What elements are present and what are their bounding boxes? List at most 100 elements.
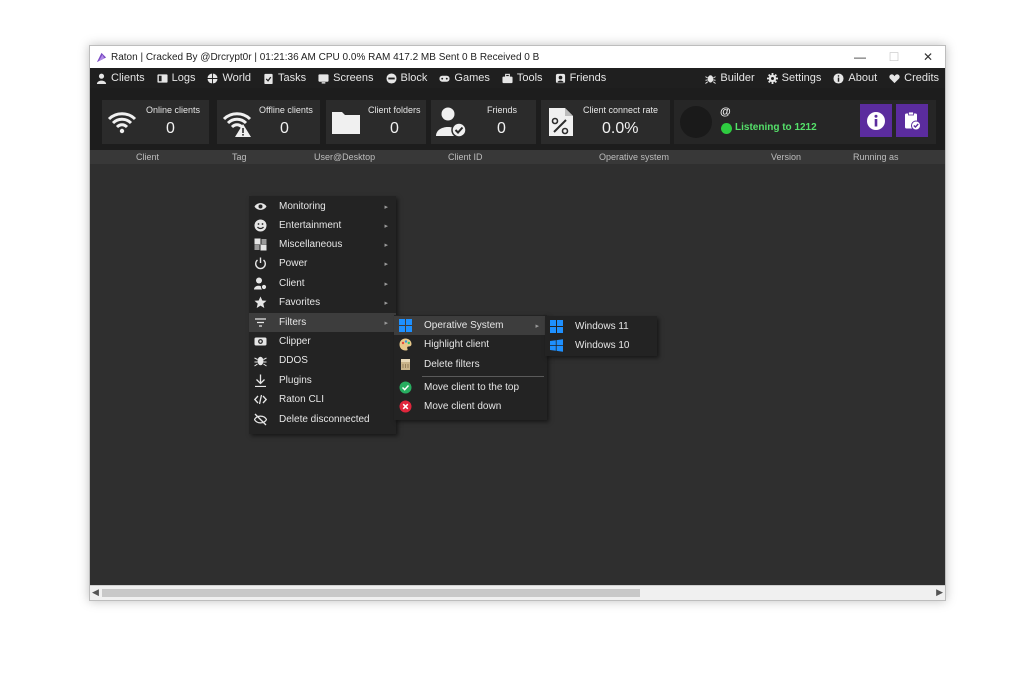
col-tag[interactable]: Tag xyxy=(232,152,247,162)
col-running-as[interactable]: Running as xyxy=(853,152,899,162)
client-folders-label: Client folders xyxy=(368,105,421,115)
online-clients-card: Online clients 0 xyxy=(102,100,209,144)
menu-item-ddos[interactable]: DDOS xyxy=(249,351,396,370)
menu-item-entertainment-label: Entertainment xyxy=(279,220,342,231)
maximize-button[interactable]: ☐ xyxy=(877,46,911,68)
scroll-left-icon[interactable]: ◀ xyxy=(92,587,99,598)
check-circle-icon xyxy=(399,381,412,394)
menu-item-filters[interactable]: Filters ▸ xyxy=(249,313,396,332)
menu-item-client-label: Client xyxy=(279,278,305,289)
bug-icon xyxy=(254,354,267,367)
client-folders-value: 0 xyxy=(390,120,399,137)
menu-item-clipper[interactable]: Clipper xyxy=(249,332,396,351)
menu-logs[interactable]: Logs xyxy=(151,68,202,88)
client-table-header: Client Tag User@Desktop Client ID Operat… xyxy=(90,150,945,164)
menu-tasks-label: Tasks xyxy=(278,72,307,84)
wifi-icon xyxy=(107,112,137,134)
client-context-menu: Monitoring ▸ Entertainment ▸ Miscellaneo… xyxy=(249,196,396,434)
menu-item-favorites[interactable]: Favorites ▸ xyxy=(249,293,396,312)
close-button[interactable]: ✕ xyxy=(911,46,945,68)
menu-item-miscellaneous[interactable]: Miscellaneous ▸ xyxy=(249,235,396,254)
logs-icon xyxy=(157,73,168,83)
col-user-desktop[interactable]: User@Desktop xyxy=(314,152,375,162)
menu-block[interactable]: Block xyxy=(380,68,434,88)
filter-item-move-down[interactable]: Move client down xyxy=(394,397,547,416)
info-button[interactable] xyxy=(860,104,892,137)
filter-item-move-top[interactable]: Move client to the top xyxy=(394,378,547,397)
menu-screens[interactable]: Screens xyxy=(312,68,379,88)
os-item-windows-11-label: Windows 11 xyxy=(575,321,629,332)
menu-clients[interactable]: Clients xyxy=(90,68,151,88)
smile-icon xyxy=(254,219,267,232)
menu-item-raton-cli[interactable]: Raton CLI xyxy=(249,390,396,409)
bug-icon xyxy=(705,74,717,84)
menu-item-miscellaneous-label: Miscellaneous xyxy=(279,239,343,250)
menu-logs-label: Logs xyxy=(171,72,196,84)
menu-item-clipper-label: Clipper xyxy=(279,336,311,347)
menu-screens-label: Screens xyxy=(333,72,374,84)
menu-world-label: World xyxy=(222,72,252,84)
os-item-windows-11[interactable]: Windows 11 xyxy=(545,317,657,336)
menu-credits[interactable]: Credits xyxy=(883,68,945,88)
menu-bar: Clients Logs World Tasks Screens Block G… xyxy=(90,68,945,88)
online-clients-value: 0 xyxy=(166,120,175,137)
scroll-right-icon[interactable]: ▶ xyxy=(936,587,943,598)
filter-item-delete-filters[interactable]: Delete filters xyxy=(394,355,547,374)
eraser-icon xyxy=(399,358,412,371)
menu-item-plugins[interactable]: Plugins xyxy=(249,371,396,390)
filters-submenu: Operative System ▸ Highlight client Dele… xyxy=(394,315,547,420)
title-bar: Raton | Cracked By @Drcrypt0r | 01:21:36… xyxy=(90,46,945,68)
submenu-arrow-icon: ▸ xyxy=(384,203,388,211)
filter-item-highlight-client[interactable]: Highlight client xyxy=(394,335,547,354)
menu-item-monitoring-label: Monitoring xyxy=(279,201,326,212)
window-title: Raton | Cracked By @Drcrypt0r | 01:21:36… xyxy=(111,51,540,63)
menu-builder[interactable]: Builder xyxy=(699,68,760,88)
filter-icon xyxy=(254,316,267,329)
clipboard-check-icon xyxy=(905,111,921,130)
minimize-button[interactable]: — xyxy=(843,46,877,68)
col-version[interactable]: Version xyxy=(771,152,801,162)
menu-friends[interactable]: Friends xyxy=(549,68,613,88)
globe-icon xyxy=(207,72,219,84)
folder-icon xyxy=(332,112,360,134)
menu-settings[interactable]: Settings xyxy=(761,68,828,88)
percent-file-icon xyxy=(549,108,573,136)
clipboard-check-button[interactable] xyxy=(896,104,928,137)
palette-icon xyxy=(399,338,412,351)
menu-games-label: Games xyxy=(454,72,490,84)
menu-games[interactable]: Games xyxy=(433,68,495,88)
menu-tasks[interactable]: Tasks xyxy=(257,68,312,88)
menu-item-monitoring[interactable]: Monitoring ▸ xyxy=(249,197,396,216)
horizontal-scrollbar[interactable]: ◀ ▶ xyxy=(90,585,945,600)
menu-tools[interactable]: Tools xyxy=(496,68,549,88)
menu-item-delete-disconnected[interactable]: Delete disconnected xyxy=(249,410,396,429)
windows-icon xyxy=(399,319,412,332)
x-circle-icon xyxy=(399,400,412,413)
os-item-windows-10[interactable]: Windows 10 xyxy=(545,336,657,355)
status-dot xyxy=(721,123,732,134)
menu-world[interactable]: World xyxy=(201,68,257,88)
submenu-arrow-icon: ▸ xyxy=(384,222,388,230)
offline-clients-value: 0 xyxy=(280,120,289,137)
menu-builder-label: Builder xyxy=(720,72,755,84)
col-client-id[interactable]: Client ID xyxy=(448,152,483,162)
windows-icon xyxy=(550,339,563,352)
col-client[interactable]: Client xyxy=(136,152,159,162)
gamepad-icon xyxy=(439,75,450,82)
menu-item-power[interactable]: Power ▸ xyxy=(249,254,396,273)
windows-icon xyxy=(550,320,563,333)
menu-item-delete-disconnected-label: Delete disconnected xyxy=(279,414,370,425)
menu-about[interactable]: About xyxy=(827,68,883,88)
block-icon xyxy=(385,72,397,84)
menu-credits-label: Credits xyxy=(904,72,939,84)
heart-icon xyxy=(889,73,900,83)
scrollbar-thumb[interactable] xyxy=(102,589,640,597)
menu-item-entertainment[interactable]: Entertainment ▸ xyxy=(249,216,396,235)
menu-item-client[interactable]: Client ▸ xyxy=(249,274,396,293)
col-operative-system[interactable]: Operative system xyxy=(599,152,669,162)
gear-icon xyxy=(766,72,778,84)
submenu-arrow-icon: ▸ xyxy=(384,299,388,307)
code-icon xyxy=(254,393,267,406)
app-logo-icon xyxy=(96,52,107,62)
filter-item-operative-system[interactable]: Operative System ▸ xyxy=(394,316,547,335)
